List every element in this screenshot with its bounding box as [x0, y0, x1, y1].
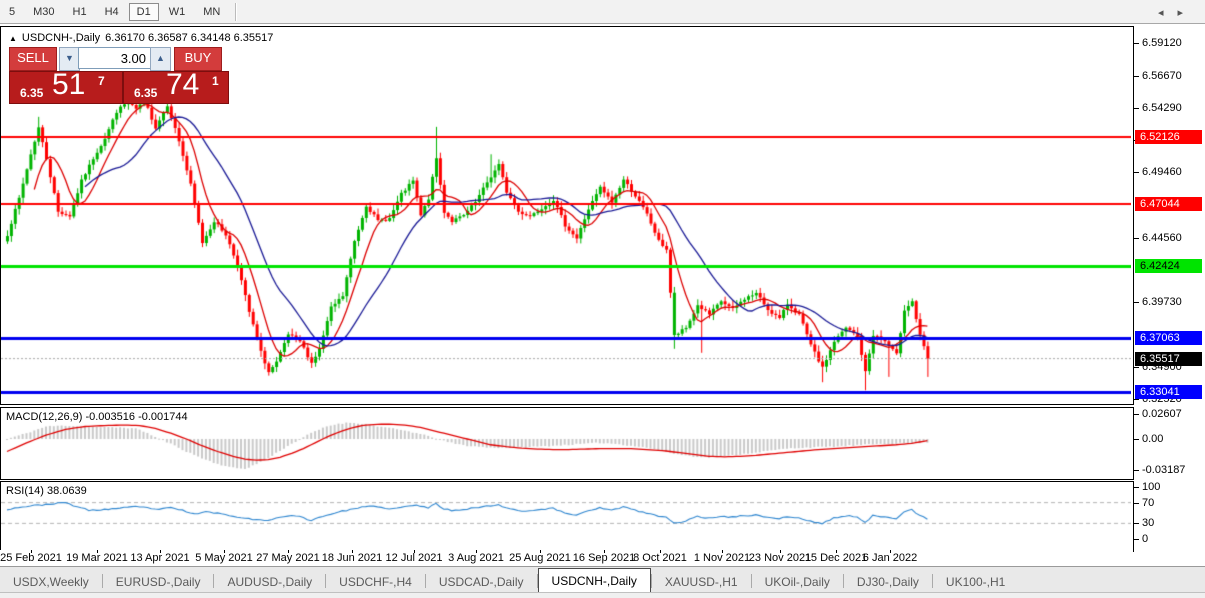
axis-tick-mark	[1134, 76, 1139, 77]
timeframe-button-h1[interactable]: H1	[65, 3, 95, 21]
price-tick-6.56670: 6.56670	[1142, 70, 1182, 83]
axis-tick-mark	[1134, 503, 1139, 504]
axis-tick-mark	[1134, 43, 1139, 44]
chart-tab-bar: USDX,WeeklyEURUSD-,DailyAUDUSD-,DailyUSD…	[0, 566, 1205, 593]
axis-tick-mark	[1134, 302, 1139, 303]
chart-symbol-label: USDCNH-,Daily	[22, 32, 100, 44]
timeframe-button-d1[interactable]: D1	[129, 3, 159, 21]
axis-tick-mark	[1134, 414, 1139, 415]
price-level-badge-6.37063: 6.37063	[1135, 331, 1202, 345]
sell-price-box[interactable]: 6.35 51 7	[9, 71, 123, 104]
chart-title: ▲ USDCNH-,Daily 6.36170 6.36587 6.34148 …	[9, 32, 273, 44]
timeframe-button-5[interactable]: 5	[1, 3, 23, 21]
axis-tick-mark	[1134, 523, 1139, 524]
chart-tab-eurusd[interactable]: EURUSD-,Daily	[103, 571, 214, 593]
axis-tick-mark	[1134, 367, 1139, 368]
date-label: 25 Feb 2021	[0, 552, 62, 564]
rsi-tick-0: 0	[1142, 533, 1148, 546]
rsi-indicator-pane: RSI(14) 38.0639	[0, 481, 1134, 552]
timeframe-button-mn[interactable]: MN	[195, 3, 228, 21]
date-label: 16 Sep 2021	[573, 552, 635, 564]
axis-tick-mark	[1134, 487, 1139, 488]
chart-tab-usdcnh[interactable]: USDCNH-,Daily	[538, 568, 651, 593]
axis-tick-mark	[1134, 172, 1139, 173]
price-chart-pane: ▲ USDCNH-,Daily 6.36170 6.36587 6.34148 …	[0, 26, 1134, 405]
macd-tick-0.00: 0.00	[1142, 433, 1163, 446]
tab-scroll-buttons: ◂▸	[1158, 6, 1197, 19]
axis-tick-mark	[1134, 238, 1139, 239]
price-tick-6.59120: 6.59120	[1142, 37, 1182, 50]
timeframe-toolbar: 5M30H1H4D1W1MN	[0, 0, 1205, 24]
price-level-badge-6.42424: 6.42424	[1135, 259, 1202, 273]
buy-price-box[interactable]: 6.35 74 1	[123, 71, 229, 104]
sell-button[interactable]: SELL	[9, 47, 57, 71]
chart-tab-audusd[interactable]: AUDUSD-,Daily	[214, 571, 325, 593]
rsi-tick-70: 70	[1142, 497, 1154, 510]
sell-price-big: 51	[52, 68, 85, 102]
macd-tick-0.02607: 0.02607	[1142, 408, 1182, 421]
sell-price-small: 6.35	[20, 86, 43, 100]
price-tick-6.54290: 6.54290	[1142, 102, 1182, 115]
buy-price-big: 74	[166, 68, 199, 102]
chart-minimize-icon[interactable]: ▲	[9, 34, 17, 43]
price-level-badge-6.35517: 6.35517	[1135, 352, 1202, 366]
timeframe-button-h4[interactable]: H4	[97, 3, 127, 21]
date-label: 5 May 2021	[195, 552, 252, 564]
price-tick-6.39730: 6.39730	[1142, 296, 1182, 309]
rsi-canvas[interactable]	[1, 482, 1131, 549]
chart-tab-xauusd[interactable]: XAUUSD-,H1	[652, 571, 751, 593]
date-label: 13 Apr 2021	[130, 552, 189, 564]
one-click-trade-panel: SELL ▼ ▲ BUY 6.35 51 7 6.35 74 1	[9, 47, 229, 103]
date-label: 19 Mar 2021	[66, 552, 128, 564]
chart-tab-uk100[interactable]: UK100-,H1	[933, 571, 1018, 593]
axis-tick-mark	[1134, 108, 1139, 109]
macd-label: MACD(12,26,9) -0.003516 -0.001744	[6, 411, 188, 423]
axis-tick-mark	[1134, 539, 1139, 540]
macd-indicator-pane: MACD(12,26,9) -0.003516 -0.001744	[0, 407, 1134, 480]
date-label: 25 Aug 2021	[509, 552, 571, 564]
date-label: 15 Dec 2021	[805, 552, 867, 564]
chart-tab-usdcad[interactable]: USDCAD-,Daily	[426, 571, 537, 593]
date-label: 3 Aug 2021	[448, 552, 504, 564]
axis-tick-mark	[1134, 470, 1139, 471]
rsi-label: RSI(14) 38.0639	[6, 485, 87, 497]
date-label: 8 Oct 2021	[633, 552, 687, 564]
price-level-badge-6.47044: 6.47044	[1135, 197, 1202, 211]
date-label: 12 Jul 2021	[386, 552, 443, 564]
chevron-up-icon: ▲	[156, 53, 165, 63]
date-label: 18 Jun 2021	[322, 552, 383, 564]
date-label: 27 May 2021	[256, 552, 320, 564]
axis-tick-mark	[1134, 399, 1139, 400]
rsi-tick-100: 100	[1142, 481, 1160, 494]
price-tick-6.49460: 6.49460	[1142, 166, 1182, 179]
sell-price-sup: 7	[98, 74, 105, 88]
axis-tick-mark	[1134, 439, 1139, 440]
date-label: 6 Jan 2022	[863, 552, 917, 564]
date-axis: 25 Feb 2021 19 Mar 202113 Apr 2021 5 May 2…	[0, 550, 1133, 565]
price-level-badge-6.33041: 6.33041	[1135, 385, 1202, 399]
timeframe-button-w1[interactable]: W1	[161, 3, 194, 21]
tab-scroll-left-icon[interactable]: ◂	[1158, 7, 1178, 19]
volume-input[interactable]	[78, 47, 151, 69]
macd-tick--0.03187: -0.03187	[1142, 464, 1185, 477]
chart-tab-dj30[interactable]: DJ30-,Daily	[844, 571, 932, 593]
chevron-down-icon: ▼	[65, 53, 74, 63]
buy-price-sup: 1	[212, 74, 219, 88]
price-tick-6.44560: 6.44560	[1142, 232, 1182, 245]
date-label: 23 Nov 2021	[749, 552, 811, 564]
chart-tab-usdchf[interactable]: USDCHF-,H4	[326, 571, 425, 593]
toolbar-separator	[235, 3, 237, 21]
status-strip	[0, 592, 1205, 598]
chart-tab-usdx[interactable]: USDX,Weekly	[0, 571, 102, 593]
timeframe-button-m30[interactable]: M30	[25, 3, 62, 21]
date-label: 1 Nov 2021	[694, 552, 750, 564]
price-axis: 6.591206.566706.542906.518406.494606.445…	[1134, 26, 1205, 566]
price-level-badge-6.52126: 6.52126	[1135, 130, 1202, 144]
rsi-tick-30: 30	[1142, 517, 1154, 530]
tab-scroll-right-icon[interactable]: ▸	[1177, 7, 1197, 19]
trading-platform-window: 5M30H1H4D1W1MN ▲ USDCNH-,Daily 6.36170 6…	[0, 0, 1205, 598]
chart-ohlc-values: 6.36170 6.36587 6.34148 6.35517	[105, 32, 273, 44]
buy-price-small: 6.35	[134, 86, 157, 100]
chart-tab-ukoil[interactable]: UKOil-,Daily	[752, 571, 843, 593]
